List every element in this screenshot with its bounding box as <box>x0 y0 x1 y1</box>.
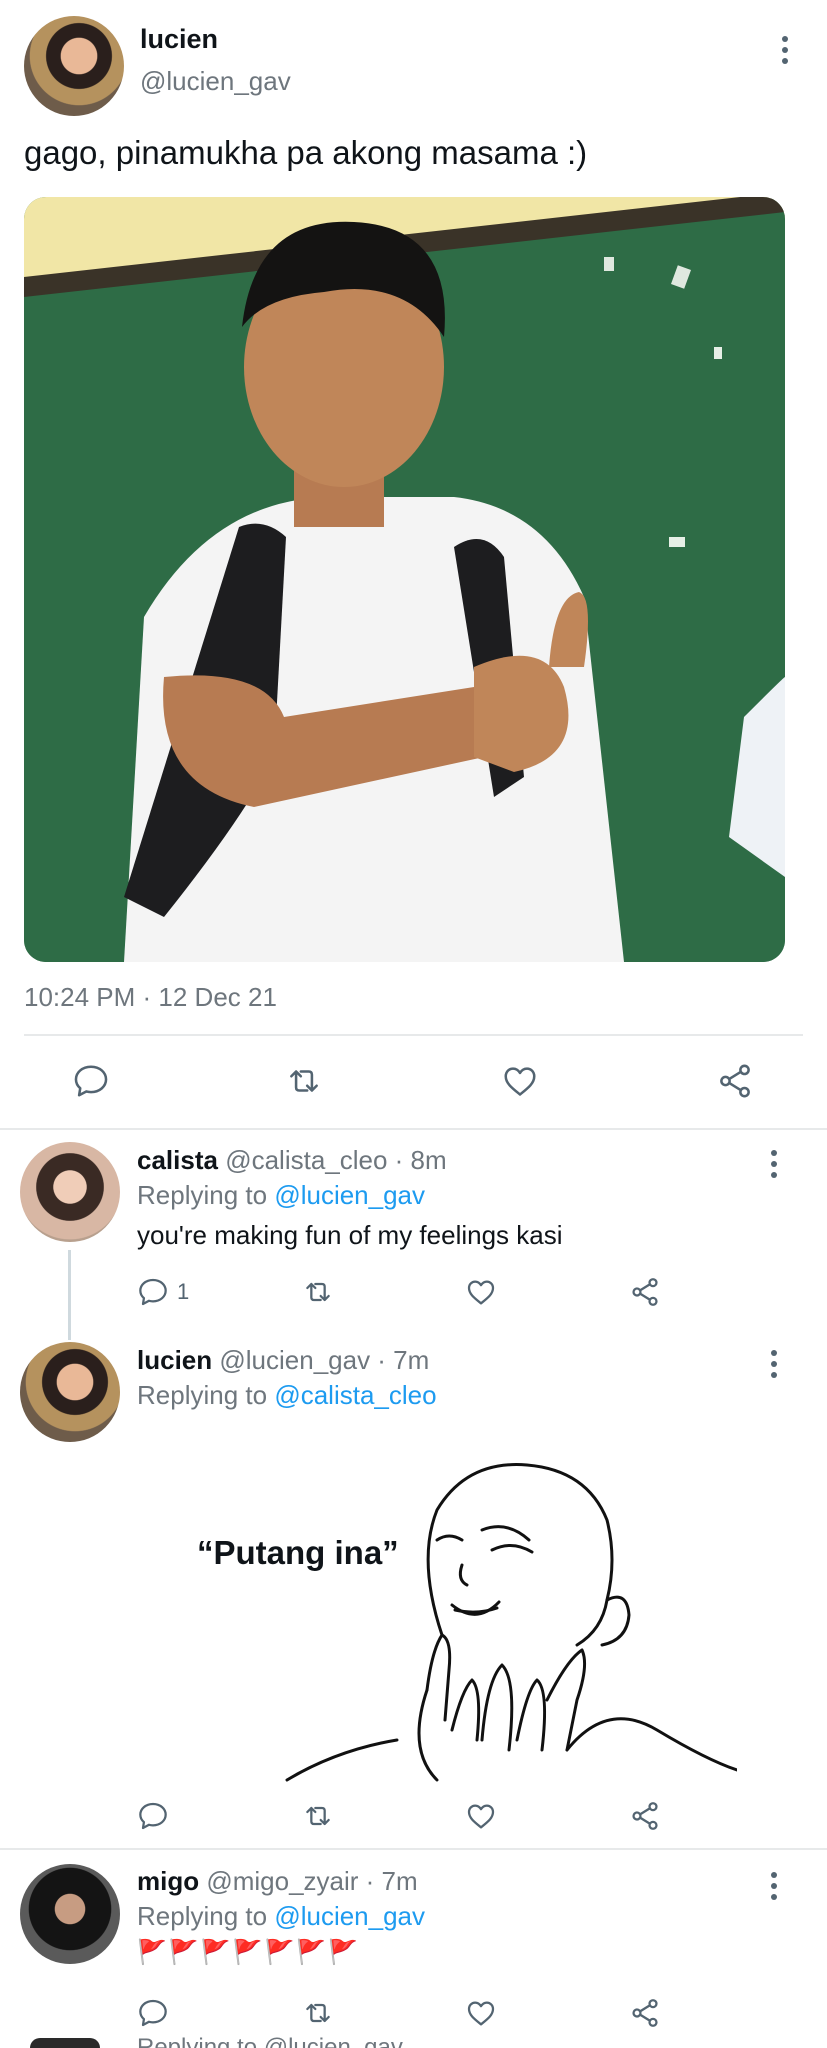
share-icon <box>632 1999 658 2027</box>
reply-header: lucien @lucien_gav · 7m <box>137 1345 429 1376</box>
handle-time[interactable]: @migo_zyair · 7m <box>206 1866 417 1896</box>
like-icon <box>504 1067 536 1096</box>
replying-prefix: Replying to <box>137 1180 268 1210</box>
like-icon <box>467 2001 495 2026</box>
replying-to: Replying to @lucien_gav <box>137 1180 425 1211</box>
replying-prefix: Replying to <box>137 1380 268 1410</box>
more-icon[interactable] <box>775 36 795 64</box>
timestamp-divider <box>24 1034 803 1036</box>
comment-button[interactable] <box>72 1062 110 1100</box>
display-name[interactable]: calista <box>137 1145 218 1175</box>
avatar-calista[interactable] <box>20 1142 120 1242</box>
photo-illustration <box>24 197 785 962</box>
comment-button[interactable] <box>137 1997 169 2029</box>
reply-text: 🚩🚩🚩🚩🚩🚩🚩 <box>137 1939 361 1966</box>
thread-line <box>68 1250 71 1340</box>
share-icon <box>632 1278 658 1306</box>
comment-button[interactable]: 1 <box>137 1276 189 1308</box>
like-button[interactable] <box>465 1800 497 1832</box>
reply-header: calista @calista_cleo · 8m <box>137 1145 447 1176</box>
avatar-lucien[interactable] <box>20 1342 120 1442</box>
replying-handle-link[interactable]: @lucien_gav <box>274 1180 425 1210</box>
reply-count: 1 <box>177 1279 190 1304</box>
avatar-migo[interactable] <box>20 1864 120 1964</box>
divider <box>0 1128 827 1130</box>
reply-text: you're making fun of my feelings kasi <box>137 1220 563 1250</box>
like-button[interactable] <box>465 1276 497 1308</box>
comment-button[interactable] <box>137 1800 169 1832</box>
share-icon <box>632 1802 658 1830</box>
display-name[interactable]: lucien <box>137 1345 212 1375</box>
comment-icon <box>139 1802 167 1830</box>
replying-to: Replying to @lucien_gav <box>137 1901 425 1932</box>
display-name[interactable]: migo <box>137 1866 199 1896</box>
retweet-icon <box>306 2003 330 2023</box>
handle[interactable]: @lucien_gav <box>140 66 291 97</box>
like-icon <box>467 1280 495 1305</box>
tweet-photo[interactable] <box>24 197 785 962</box>
retweet-button[interactable] <box>301 1276 335 1308</box>
retweet-button[interactable] <box>301 1800 335 1832</box>
divider <box>0 1848 827 1850</box>
retweet-icon <box>306 1806 330 1826</box>
avatar-partial[interactable] <box>30 2038 100 2048</box>
replying-prefix: Replying to <box>137 1901 268 1931</box>
share-button[interactable] <box>716 1062 754 1100</box>
share-button[interactable] <box>629 1800 661 1832</box>
retweet-button[interactable] <box>301 1997 335 2029</box>
replying-handle-link[interactable]: @calista_cleo <box>274 1380 436 1410</box>
more-icon[interactable] <box>764 1872 784 1900</box>
replying-to-partial: Replying to @lucien_gav <box>137 2034 403 2048</box>
display-name[interactable]: lucien <box>140 24 218 55</box>
retweet-icon <box>306 1282 330 1302</box>
retweet-icon <box>290 1070 318 1092</box>
avatar-lucien[interactable] <box>24 16 124 116</box>
like-icon <box>467 1804 495 1829</box>
comment-icon <box>139 1278 167 1306</box>
comment-icon <box>139 1999 167 2027</box>
like-button[interactable] <box>465 1997 497 2029</box>
handle-time[interactable]: @calista_cleo · 8m <box>225 1145 446 1175</box>
more-icon[interactable] <box>764 1350 784 1378</box>
replying-to: Replying to @calista_cleo <box>137 1380 437 1411</box>
more-icon[interactable] <box>764 1150 784 1178</box>
replying-handle-link[interactable]: @lucien_gav <box>274 1901 425 1931</box>
like-button[interactable] <box>501 1062 539 1100</box>
meme-drawing <box>285 1463 737 1782</box>
tweet-text: gago, pinamukha pa akong masama :) <box>24 134 588 171</box>
reply-header: migo @migo_zyair · 7m <box>137 1866 418 1897</box>
retweet-button[interactable] <box>284 1062 324 1100</box>
share-button[interactable] <box>629 1276 661 1308</box>
tweet-timestamp: 10:24 PM · 12 Dec 21 <box>24 982 277 1012</box>
comment-icon <box>74 1065 108 1097</box>
share-icon <box>720 1064 750 1098</box>
handle-time[interactable]: @lucien_gav · 7m <box>219 1345 429 1375</box>
reply-meme-image[interactable]: “Putang ina” <box>137 1440 737 1785</box>
share-button[interactable] <box>629 1997 661 2029</box>
